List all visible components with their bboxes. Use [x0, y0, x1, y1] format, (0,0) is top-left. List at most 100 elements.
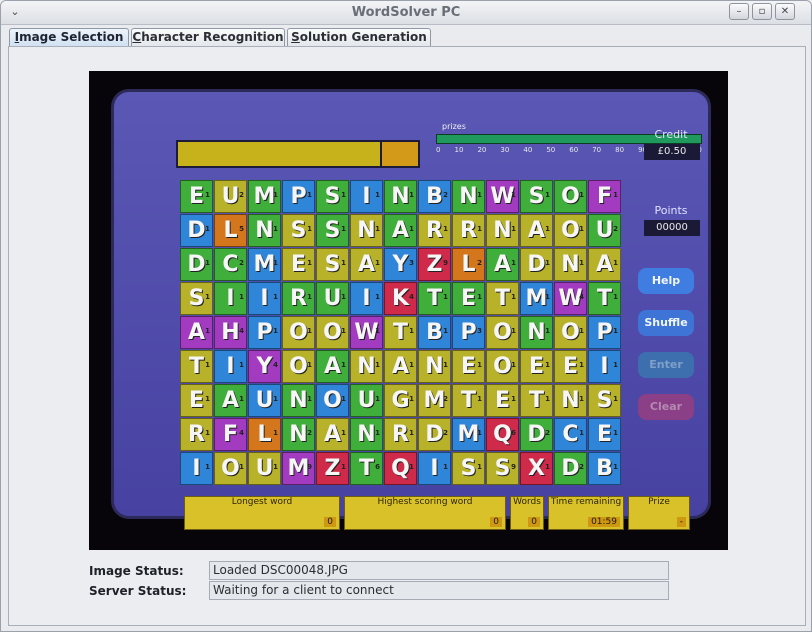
letter-tile: R1 [282, 282, 315, 315]
letter-tile: S1 [316, 214, 349, 247]
tile-letter: N [289, 388, 308, 413]
server-status-label: Server Status: [89, 584, 187, 598]
close-button[interactable]: ✕ [775, 3, 795, 20]
letter-tile: F1 [588, 180, 621, 213]
longest-word-label: Longest word [231, 497, 293, 507]
letter-tile: O1 [214, 452, 247, 485]
tile-letter: E [494, 388, 511, 413]
tile-points: 1 [613, 259, 618, 267]
tile-letter: S [460, 456, 477, 481]
tile-letter: O [221, 456, 240, 481]
credit-value: £0.50 [644, 144, 700, 160]
prize-tick: 80 [615, 146, 625, 154]
tile-points: 9 [307, 463, 312, 471]
tile-letter: A [221, 388, 240, 413]
tile-letter: I [260, 286, 269, 311]
tile-points: 1 [307, 293, 312, 301]
tile-letter: R [188, 422, 205, 447]
game-screen: prizes 0102030405060708090100110 E1U2M1P… [111, 89, 711, 530]
letter-tile: W4 [554, 282, 587, 315]
tile-points: 1 [307, 259, 312, 267]
tile-points: 4 [239, 327, 244, 335]
letter-tile: M2 [418, 384, 451, 417]
tile-points: 1 [205, 463, 210, 471]
tile-points: 1 [307, 361, 312, 369]
maximize-button[interactable]: ▫ [752, 3, 772, 20]
tile-points: 2 [307, 429, 312, 437]
app-window: ⌄ WordSolver PC – ▫ ✕ Image Selection Ch… [0, 0, 812, 632]
tile-points: 1 [375, 225, 380, 233]
tile-points: 1 [579, 361, 584, 369]
tile-points: 1 [579, 327, 584, 335]
tile-letter: I [226, 286, 235, 311]
tile-points: 1 [613, 463, 618, 471]
tile-letter: P [290, 184, 307, 209]
tile-letter: R [460, 218, 477, 243]
letter-tile: I1 [214, 350, 247, 383]
tile-points: 2 [239, 191, 244, 199]
tab-character-recognition[interactable]: Character Recognition [131, 28, 285, 47]
letter-tile: N1 [452, 180, 485, 213]
image-selection-panel: prizes 0102030405060708090100110 E1U2M1P… [8, 46, 806, 626]
time-cell: Time remaining 01:59 [548, 496, 624, 530]
letter-tile: C2 [214, 248, 247, 281]
tab-solution-generation[interactable]: Solution Generation [287, 28, 431, 47]
letter-tile: R1 [384, 418, 417, 451]
longest-word-cell: Longest word 0 [184, 496, 340, 530]
letter-tile: E1 [588, 418, 621, 451]
tile-letter: D [425, 422, 444, 447]
tile-letter: S [324, 252, 341, 277]
tile-points: 1 [579, 225, 584, 233]
tile-points: 1 [307, 225, 312, 233]
tile-letter: B [596, 456, 613, 481]
letter-tile: O1 [316, 316, 349, 349]
tile-letter: Q [391, 456, 410, 481]
prize-label: Prize [648, 497, 670, 507]
tile-letter: A [391, 354, 410, 379]
tile-points: 1 [409, 191, 414, 199]
letter-tile: E1 [180, 180, 213, 213]
tile-letter: S [290, 218, 307, 243]
tile-points: 1 [375, 361, 380, 369]
tile-points: 1 [511, 327, 516, 335]
minimize-button[interactable]: – [729, 3, 749, 20]
highest-word-cell: Highest scoring word 0 [344, 496, 506, 530]
time-label: Time remaining [550, 497, 622, 507]
tile-points: 1 [273, 293, 278, 301]
tile-points: 1 [477, 293, 482, 301]
game-photo[interactable]: prizes 0102030405060708090100110 E1U2M1P… [89, 71, 728, 550]
tile-points: 2 [545, 429, 550, 437]
tile-letter: A [391, 218, 410, 243]
tile-points: 1 [477, 429, 482, 437]
letter-tile: N1 [554, 248, 587, 281]
tile-letter: Y [256, 354, 273, 379]
tile-letter: D [561, 456, 580, 481]
letter-tile: S1 [180, 282, 213, 315]
tile-points: 2 [579, 463, 584, 471]
tab-image-selection[interactable]: Image Selection [9, 28, 129, 47]
tile-points: 1 [307, 327, 312, 335]
title-bar: ⌄ WordSolver PC – ▫ ✕ [1, 1, 811, 25]
prize-tick: 0 [436, 146, 441, 154]
letter-tile: T1 [486, 282, 519, 315]
tile-letter: U [221, 184, 240, 209]
tile-letter: A [357, 252, 376, 277]
tile-letter: Z [426, 252, 443, 277]
tile-points: 1 [545, 259, 550, 267]
tile-letter: E [460, 286, 477, 311]
time-value: 01:59 [588, 517, 620, 527]
letter-tile: I1 [350, 180, 383, 213]
letter-grid: E1U2M1P1S1I1N1B2N1W1S1O1F1D1L5N1S1S1N1A1… [180, 180, 621, 485]
tile-letter: D [527, 422, 546, 447]
tile-points: 1 [409, 429, 414, 437]
tile-points: 1 [613, 293, 618, 301]
tile-points: 2 [239, 259, 244, 267]
tile-points: 1 [613, 395, 618, 403]
letter-tile: A1 [350, 248, 383, 281]
tile-letter: O [323, 388, 342, 413]
letter-tile: M1 [520, 282, 553, 315]
tile-letter: F [596, 184, 613, 209]
letter-tile: A1 [180, 316, 213, 349]
server-status-field: Waiting for a client to connect [209, 581, 669, 600]
tile-points: 1 [409, 463, 414, 471]
